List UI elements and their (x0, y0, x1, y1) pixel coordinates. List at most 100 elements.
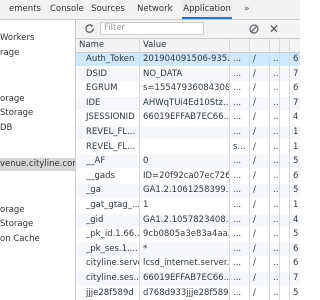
table-cell-attr: 1 (293, 141, 299, 152)
table-cell-attr: / (253, 68, 256, 79)
table-row[interactable]: JSESSIONID66019EFFAB7EC66....../...4 (76, 111, 300, 124)
table-cell-attr: s... (233, 141, 246, 152)
sidebar-item[interactable]: orage (0, 204, 25, 217)
table-row[interactable]: DSIDNO_DATA.../...7 (76, 67, 300, 81)
table-cell-name: EGRUM (86, 83, 118, 94)
table-cell-value: GA1.2.1057823408... (143, 214, 230, 225)
table-row[interactable]: __gadsID=20f92ca07ec726....../...6 (76, 170, 300, 183)
sidebar-item[interactable]: on Cache (0, 233, 40, 246)
table-cell-attr: ... (233, 112, 242, 123)
sidebar-item[interactable]: rage (0, 47, 19, 60)
table-cell-attr: ... (233, 258, 242, 269)
table-cell-attr: 7 (293, 68, 299, 79)
table-cell-attr: 6 (293, 54, 299, 64)
tab-network[interactable]: Network (137, 0, 173, 19)
sidebar-item[interactable]: DB (0, 122, 12, 135)
table-cell-name: REVEL_FL... (86, 141, 136, 152)
tab-sources[interactable]: Sources (91, 0, 125, 19)
column-header[interactable] (290, 39, 300, 52)
column-divider[interactable] (279, 39, 280, 300)
column-divider[interactable] (139, 39, 140, 300)
filter-input[interactable]: Filter (100, 22, 204, 35)
table-row[interactable]: Auth_Token201904091506-935....../...6 (76, 53, 300, 66)
table-row[interactable]: _gidGA1.2.1057823408....../...4 (76, 213, 300, 227)
table-cell-attr: / (253, 112, 256, 123)
tab-application[interactable]: Application (182, 0, 232, 19)
table-cell-value: * (143, 243, 148, 254)
table-cell-attr: ... (233, 287, 242, 298)
table-row[interactable]: _pk_ses.1....*.../...6 (76, 242, 300, 256)
table-cell-attr: 5 (293, 156, 299, 167)
table-cell-name: DSID (86, 68, 107, 79)
table-cell-name: cityline.server... (86, 258, 140, 269)
table-cell-name: _gid (86, 214, 104, 225)
tab-elements[interactable]: ements (4, 0, 46, 19)
table-cell-attr: ... (233, 229, 242, 240)
table-cell-attr: ... (233, 127, 242, 137)
column-header[interactable] (230, 39, 250, 52)
table-cell-value: d768d933jjje28f589... (143, 287, 230, 298)
column-header[interactable]: Value (140, 39, 230, 52)
table-cell-attr: / (253, 287, 256, 298)
application-sidebar: Workers rage orage Storage DB venue.cityline.… (0, 20, 75, 300)
table-cell-attr: / (253, 229, 256, 240)
table-cell-attr: ... (233, 54, 242, 64)
table-cell-name: _pk_id.1.66... (86, 229, 140, 240)
table-cell-value: ID=20f92ca07ec726... (143, 170, 230, 181)
table-cell-attr: 4 (293, 214, 299, 225)
table-cell-attr: ... (233, 97, 242, 108)
table-cell-attr: / (253, 97, 256, 108)
table-cell-attr: 5 (293, 229, 299, 240)
column-divider[interactable] (269, 39, 270, 300)
table-cell-name: IDE (86, 97, 101, 108)
refresh-icon[interactable] (84, 23, 95, 34)
sidebar-item[interactable]: venue.cityline.com (0, 158, 75, 171)
table-row[interactable]: cityline.ses...66019EFFAB7EC66....../...… (76, 272, 300, 285)
table-cell-attr: / (253, 243, 256, 254)
table-row[interactable]: _gat_gtag_...1.../...1 (76, 199, 300, 212)
table-row[interactable]: cityline.server...lcsd_internet.server..… (76, 257, 300, 270)
table-row[interactable]: REVEL_FL...s.../...1 (76, 141, 300, 154)
column-header[interactable]: Name (76, 39, 140, 52)
table-cell-attr: 7 (293, 97, 299, 108)
table-cell-attr: / (253, 83, 256, 94)
column-divider[interactable] (229, 39, 230, 300)
table-row[interactable]: _pk_id.1.66...9cb0805a3e83a4aa....../...… (76, 228, 300, 241)
table-cell-attr: ... (233, 83, 242, 94)
table-cell-name: _gat_gtag_... (86, 200, 140, 210)
table-row[interactable]: EGRUMs=1554793608430&....../...6 (76, 82, 300, 95)
sidebar-item[interactable]: Storage (0, 218, 33, 231)
table-cell-attr: 1 (293, 200, 299, 210)
sidebar-item[interactable]: orage (0, 93, 25, 106)
table-row[interactable]: jjje28f589dd768d933jjje28f589....../...5 (76, 287, 300, 300)
table-cell-value: lcsd_internet.server... (143, 258, 230, 269)
table-cell-value: 1 (143, 200, 149, 210)
table-row[interactable]: REVEL_FL....../...1 (76, 126, 300, 139)
table-cell-name: JSESSIONID (86, 112, 135, 123)
clear-all-icon[interactable] (249, 24, 259, 34)
table-cell-value: 9cb0805a3e83a4aa... (143, 229, 230, 240)
table-cell-attr: / (253, 185, 256, 196)
column-divider[interactable] (249, 39, 250, 300)
tab-console[interactable]: Console (50, 0, 84, 19)
table-row[interactable]: __AF0.../...5 (76, 155, 300, 169)
table-cell-attr: / (253, 200, 256, 210)
more-tabs-icon[interactable]: » (244, 0, 250, 19)
table-cell-attr: 7 (293, 273, 299, 283)
cookies-table: Name Value Auth_Token 201904091506-935.....… (76, 39, 300, 300)
table-cell-attr: ... (233, 200, 242, 210)
table-cell-value: GA1.2.1061258399... (143, 185, 230, 196)
table-cell-name: __AF (86, 156, 106, 167)
table-cell-attr: 6 (293, 83, 299, 94)
table-row[interactable]: _gaGA1.2.1061258399....../...5 (76, 184, 300, 198)
table-row[interactable]: IDEAHWqTUi4Ed10Stz....../...7 (76, 96, 300, 110)
table-cell-value: 201904091506-935... (143, 54, 230, 64)
sidebar-item[interactable]: Storage (0, 107, 33, 120)
column-divider[interactable] (289, 39, 290, 300)
column-header[interactable] (250, 39, 270, 52)
sidebar-item[interactable]: Workers (0, 32, 34, 45)
table-cell-attr: / (253, 54, 256, 64)
table-cell-attr: ... (233, 243, 242, 254)
delete-selected-icon[interactable]: ✕ (269, 21, 279, 37)
table-cell-name: __gads (86, 170, 115, 181)
